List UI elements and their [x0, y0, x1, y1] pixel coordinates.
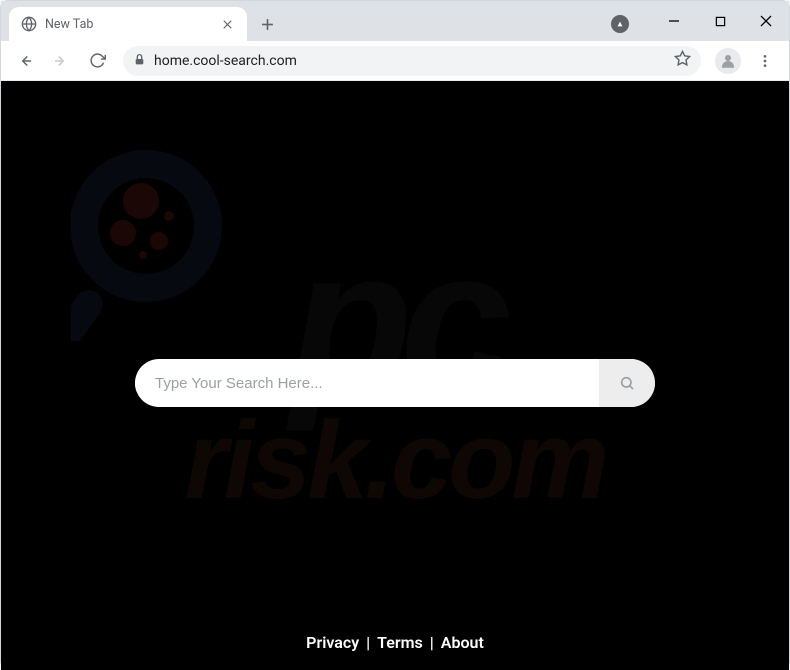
reload-button[interactable] [81, 45, 113, 77]
search-bar [135, 359, 655, 407]
page-content: pc risk.com Privacy | Terms | About [1, 81, 789, 670]
browser-menu-button[interactable] [749, 45, 781, 77]
tab-title: New Tab [45, 17, 211, 32]
footer-links: Privacy | Terms | About [1, 633, 789, 652]
bookmark-star-icon[interactable] [674, 50, 691, 71]
browser-toolbar: home.cool-search.com [1, 41, 789, 81]
browser-tab[interactable]: New Tab [9, 7, 247, 41]
site-logo [71, 141, 231, 345]
url-text: home.cool-search.com [154, 53, 297, 69]
new-tab-button[interactable] [253, 10, 281, 38]
footer-link-terms[interactable]: Terms [377, 633, 423, 652]
separator: | [366, 633, 370, 652]
maximize-button[interactable] [697, 1, 743, 41]
search-input[interactable] [135, 375, 599, 392]
address-bar[interactable]: home.cool-search.com [123, 46, 701, 76]
media-control-icon[interactable] [611, 15, 629, 33]
tab-close-button[interactable] [219, 16, 235, 32]
search-button[interactable] [599, 359, 655, 407]
separator: | [430, 633, 434, 652]
profile-avatar[interactable] [715, 48, 741, 74]
close-window-button[interactable] [743, 1, 789, 41]
minimize-button[interactable] [651, 1, 697, 41]
footer-link-privacy[interactable]: Privacy [306, 633, 359, 652]
lock-icon [133, 51, 146, 70]
globe-icon [21, 16, 37, 32]
watermark-line2: risk.com [185, 406, 605, 516]
footer-link-about[interactable]: About [441, 633, 484, 652]
back-button[interactable] [9, 45, 41, 77]
forward-button[interactable] [45, 45, 77, 77]
window-controls [651, 1, 789, 41]
